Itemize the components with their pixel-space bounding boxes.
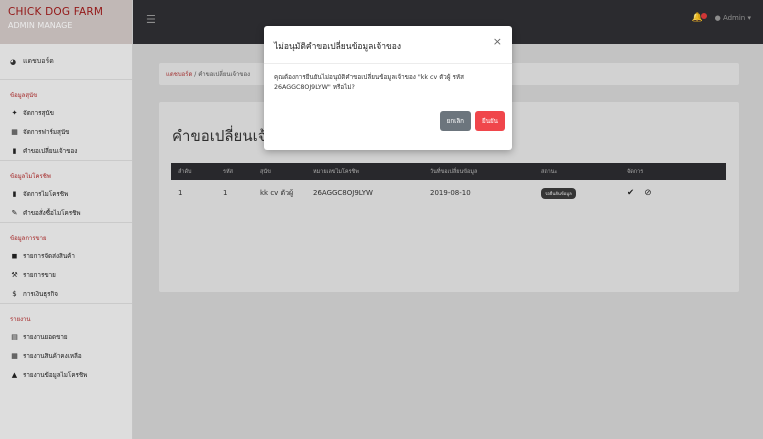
modal-message: คุณต้องการยืนยันไม่อนุมัติคำขอเปลี่ยนข้อ… — [274, 74, 464, 92]
cancel-button[interactable]: ยกเลิก — [439, 111, 471, 131]
confirm-button[interactable]: ยืนยัน — [475, 111, 505, 131]
modal-title: ไม่อนุมัติคำขอเปลี่ยนข้อมูลเจ้าของ — [274, 42, 402, 52]
close-icon[interactable]: × — [493, 35, 502, 48]
modal-footer: ยกเลิก ยืนยัน — [439, 111, 505, 131]
modal-header: ไม่อนุมัติคำขอเปลี่ยนข้อมูลเจ้าของ × — [264, 26, 512, 64]
reject-confirm-modal: ไม่อนุมัติคำขอเปลี่ยนข้อมูลเจ้าของ × คุณ… — [264, 26, 512, 150]
